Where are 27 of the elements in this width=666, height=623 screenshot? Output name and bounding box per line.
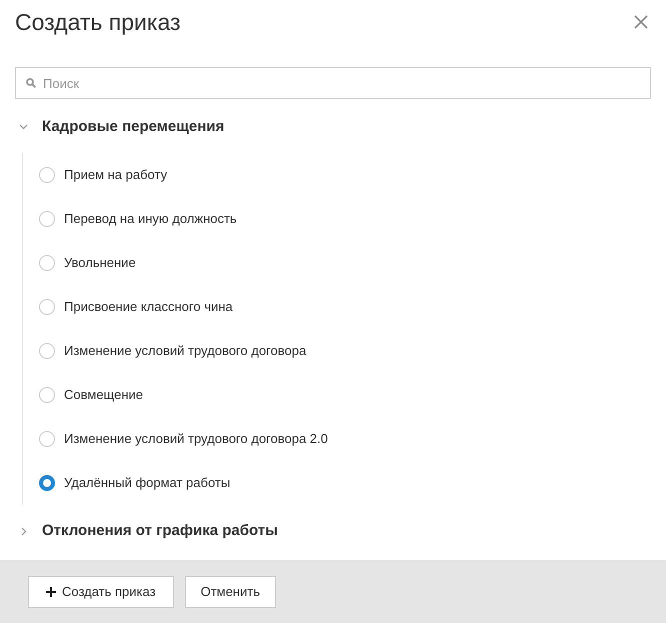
option-label: Изменение условий трудового договора 2.0: [64, 430, 328, 448]
search-field[interactable]: Поиск: [15, 67, 651, 99]
radio-button[interactable]: [39, 211, 55, 227]
option-label: Прием на работу: [64, 166, 168, 184]
radio-button[interactable]: [39, 475, 55, 491]
radio-button[interactable]: [39, 299, 55, 315]
radio-button[interactable]: [39, 387, 55, 403]
group-label[interactable]: Отклонения от графика работы: [42, 520, 278, 542]
option-label: Перевод на иную должность: [64, 210, 237, 228]
option-label: Увольнение: [64, 254, 136, 272]
radio-button[interactable]: [39, 167, 55, 183]
option-label: Присвоение классного чина: [64, 298, 233, 316]
group-label[interactable]: Кадровые перемещения: [42, 116, 224, 138]
dialog-title: Создать приказ: [15, 10, 181, 34]
search-icon: [26, 78, 36, 88]
close-icon[interactable]: [634, 15, 648, 29]
cancel-button[interactable]: Отменить: [184, 576, 276, 608]
create-button[interactable]: Создать приказ: [28, 576, 174, 608]
option-label: Совмещение: [64, 386, 143, 404]
radio-button[interactable]: [39, 343, 55, 359]
radio-button[interactable]: [39, 255, 55, 271]
option-label: Удалённый формат работы: [64, 474, 230, 492]
radio-button[interactable]: [39, 431, 55, 447]
chevron-down-icon[interactable]: [19, 124, 28, 130]
option-label: Изменение условий трудового договора: [64, 342, 306, 360]
plus-icon: [46, 586, 56, 596]
chevron-right-icon[interactable]: [19, 526, 28, 536]
